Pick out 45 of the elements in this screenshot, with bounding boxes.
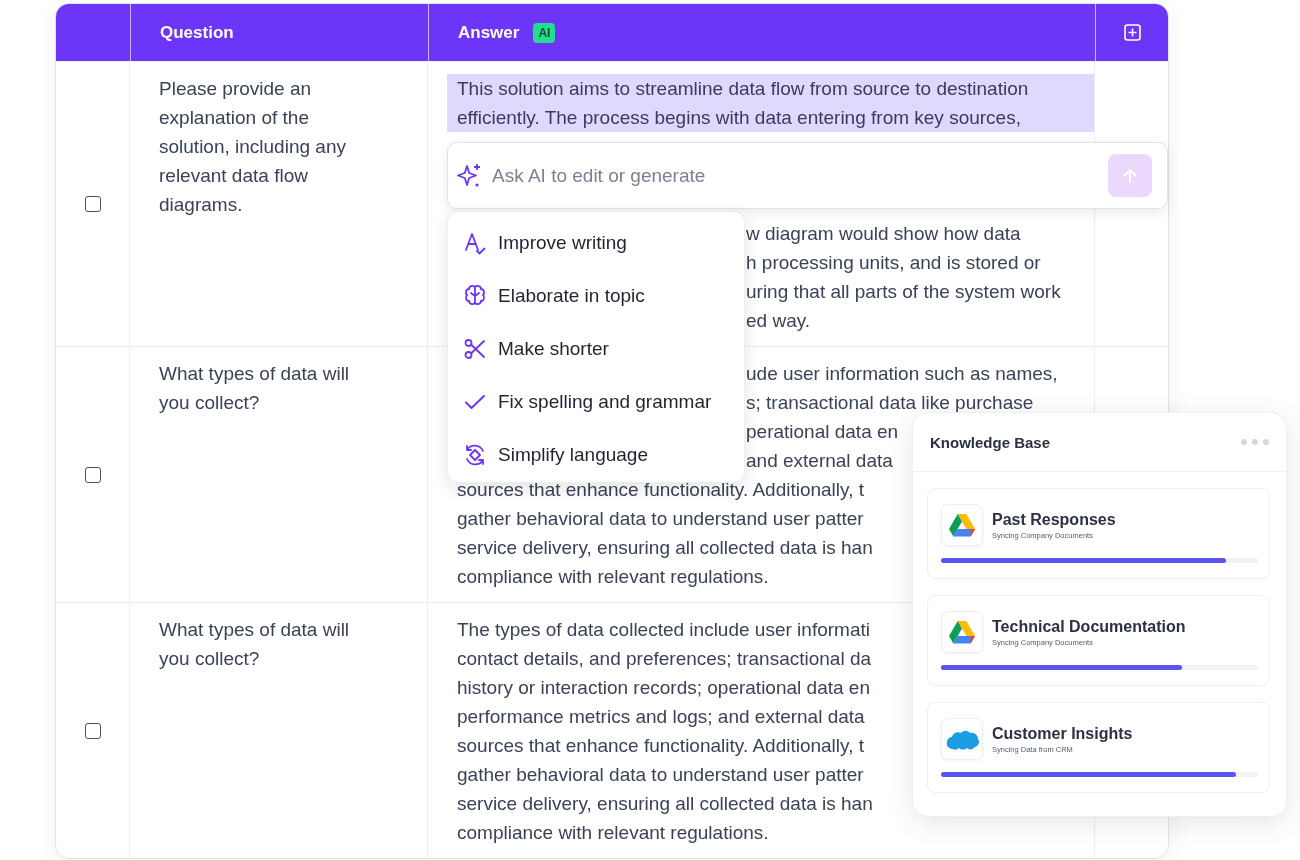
answer-text: service delivery, ensuring all collected data is han — [457, 793, 873, 814]
source-title: Past Responses — [992, 510, 1116, 529]
answer-text: ude user information such as names, — [746, 363, 1058, 384]
add-column-icon[interactable] — [1123, 24, 1141, 41]
answer-text: sources that enhance functionality. Additionally, t — [457, 479, 864, 500]
answer-text: perational data en — [746, 421, 899, 442]
menu-item[interactable]: Improve writing — [448, 216, 744, 269]
checkbox[interactable] — [84, 722, 101, 739]
triangle-logo-icon — [949, 513, 975, 537]
answer-text: ed way. — [746, 310, 811, 331]
answer-text: uring that all parts of the system work — [746, 281, 1061, 302]
answer-text: contact details, and preferences; transactional da — [457, 648, 872, 669]
question-text: What types of data will you collect? — [159, 363, 350, 413]
checkbox[interactable] — [84, 466, 101, 483]
menu-item[interactable]: Fix spelling and grammar — [448, 375, 744, 428]
checkbox[interactable] — [84, 196, 101, 212]
answer-text: and external data — [746, 450, 893, 471]
answer-text: gather behavioral data to understand user patter — [457, 764, 864, 785]
answer-text: history or interaction records; operational data en — [457, 677, 870, 698]
answer-text: h processing units, and is stored or — [746, 252, 1041, 273]
answer-text: gather behavioral data to understand user patter — [457, 508, 864, 529]
answer-text: efficiently. The process begins with data entering from key sources, — [457, 107, 1021, 128]
answer-text: service delivery, ensuring all collected data is han — [457, 537, 873, 558]
answer-text: This solution aims to streamline data flow from source to destination — [457, 78, 1029, 99]
menu-item[interactable]: Simplify language — [448, 428, 744, 481]
question-text: Please provide an explanation of the solution, including any relevant data flow diagrams. — [159, 78, 346, 215]
column-header: Question — [160, 22, 234, 43]
column-header: Answer — [458, 22, 520, 43]
answer-text: performance metrics and logs; and external data — [457, 706, 865, 727]
source-title: Customer Insights — [992, 724, 1133, 743]
triangle-logo-icon — [949, 620, 975, 644]
menu-item[interactable]: Make shorter — [448, 322, 744, 375]
prompt-bar[interactable]: Ask AI to edit or generate — [447, 142, 1168, 209]
ai-badge: AI — [533, 22, 556, 43]
answer-text: s; transactional data like purchase — [746, 392, 1034, 413]
menu-item[interactable]: Elaborate in topic — [448, 269, 744, 322]
panel-title: Knowledge Base — [930, 433, 1051, 451]
answer-text: sources that enhance functionality. Additionally, t — [457, 735, 864, 756]
answer-text: compliance with relevant regulations. — [457, 566, 769, 587]
question-text: What types of data will you collect? — [159, 619, 350, 669]
source-title: Technical Documentation — [992, 617, 1186, 636]
answer-text: compliance with relevant regulations. — [457, 822, 769, 843]
answer-text: The types of data collected include user informati — [457, 619, 870, 640]
answer-text: w diagram would show how data — [746, 223, 1021, 244]
ai-prompt-field[interactable]: Ask AI to edit or generate — [490, 163, 1102, 188]
